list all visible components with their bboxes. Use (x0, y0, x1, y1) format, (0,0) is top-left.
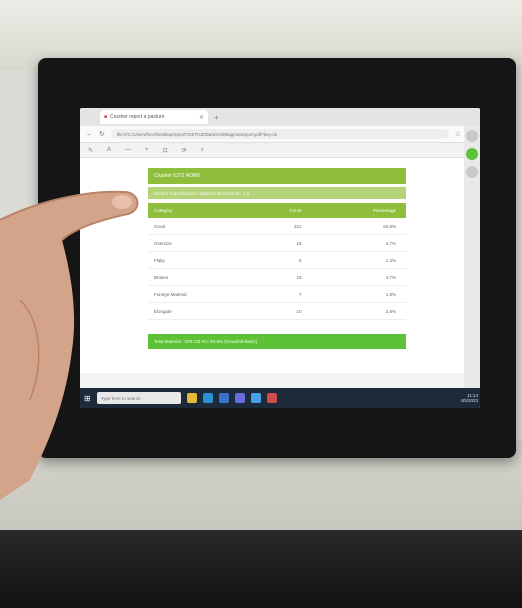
report-panel: Crusher 5372 NOM6 Screen Classification … (148, 168, 406, 349)
table-row: Good 321 84.8% (148, 218, 406, 235)
star-icon[interactable]: ☆ (455, 130, 461, 138)
pdf-icon: ■ (104, 114, 108, 120)
tablet-screen: ■ Crusher report a pasture ✕ + ← ↻ file:… (80, 108, 480, 408)
sidebar-button[interactable] (466, 148, 478, 160)
address-bar: ← ↻ file:///C:/Users/fecs/Desktop/report… (80, 126, 480, 143)
new-tab-icon[interactable]: + (214, 113, 219, 122)
category-cell: Broken (148, 268, 244, 286)
zoom-in-icon[interactable]: + (145, 147, 149, 153)
category-cell: Elongate (148, 302, 244, 320)
back-icon[interactable]: ← (86, 131, 93, 138)
taskbar-clock: 11:14 4/5/2023 (460, 393, 478, 403)
store-icon[interactable] (234, 393, 245, 403)
report-header: Crusher 5372 NOM6 (148, 168, 406, 184)
browser-tab-bar: ■ Crusher report a pasture ✕ + (80, 108, 480, 126)
percentage-cell: 4.7% (311, 234, 406, 252)
count-cell: 18 (243, 268, 312, 286)
percentage-cell: 84.8% (311, 218, 406, 235)
column-header: Percentage (311, 203, 406, 218)
table-row: Oversize 18 4.7% (148, 234, 406, 252)
table-header-row: Category Count Percentage (148, 203, 406, 218)
report-table: Category Count Percentage Good 321 84.8%… (148, 203, 406, 320)
count-cell: 7 (243, 285, 312, 303)
report-subheader: Screen Classification / Material Distrib… (148, 187, 406, 199)
taskbar-search[interactable]: Type here to search (96, 392, 181, 404)
draw-icon[interactable]: ✎ (88, 147, 93, 154)
table-row: Foreign Material 7 1.8% (148, 285, 406, 303)
app-icon[interactable] (250, 393, 261, 403)
table-row: Broken 18 4.7% (148, 268, 406, 286)
text-icon[interactable]: A (107, 147, 111, 153)
category-cell: Good (148, 218, 244, 235)
windows-taskbar: ⊞ Type here to search 11:14 4/5/2023 (80, 388, 480, 408)
sidebar-button[interactable] (466, 166, 478, 178)
clock-date: 4/5/2023 (460, 398, 478, 403)
file-explorer-icon[interactable] (186, 393, 197, 403)
browser-tab[interactable]: ■ Crusher report a pasture ✕ (100, 110, 208, 124)
url-field[interactable]: file:///C:/Users/fecs/Desktop/report?OZ7… (110, 129, 449, 139)
category-cell: Flaky (148, 251, 244, 269)
column-header: Category (148, 203, 244, 218)
search-icon[interactable]: ⌕ (201, 147, 204, 154)
category-cell: Oversize (148, 234, 244, 252)
count-cell: 5 (243, 251, 312, 269)
count-cell: 321 (243, 218, 312, 235)
windows-start-icon[interactable]: ⊞ (84, 394, 91, 403)
zoom-out-icon[interactable]: — (125, 147, 131, 153)
column-header: Count (243, 203, 312, 218)
percentage-cell: 1.8% (311, 285, 406, 303)
table-row: Elongate 10 2.6% (148, 302, 406, 320)
edge-sidebar (464, 126, 480, 388)
close-icon[interactable]: ✕ (199, 114, 204, 121)
report-footer: Total Material : 379 Ctrl Fin: 84.8% (Go… (148, 334, 406, 349)
reload-icon[interactable]: ↻ (99, 130, 105, 138)
mail-icon[interactable] (218, 393, 229, 403)
pdf-page: Crusher 5372 NOM6 Screen Classification … (80, 158, 480, 373)
sidebar-button[interactable] (466, 130, 478, 142)
fit-page-icon[interactable]: ⊡ (163, 147, 168, 154)
app-icon[interactable] (266, 393, 277, 403)
tab-title: Crusher report a pasture (110, 114, 165, 120)
table-row: Flaky 5 1.3% (148, 251, 406, 269)
edge-icon[interactable] (202, 393, 213, 403)
dark-foreground (0, 530, 522, 608)
percentage-cell: 1.3% (311, 251, 406, 269)
pdf-toolbar: ✎ A — + ⊡ ⟳ ⌕ (80, 143, 480, 158)
count-cell: 18 (243, 234, 312, 252)
percentage-cell: 4.7% (311, 268, 406, 286)
category-cell: Foreign Material (148, 285, 244, 303)
rotate-icon[interactable]: ⟳ (182, 147, 187, 154)
percentage-cell: 2.6% (311, 302, 406, 320)
tablet-device: ■ Crusher report a pasture ✕ + ← ↻ file:… (38, 58, 516, 458)
count-cell: 10 (243, 302, 312, 320)
